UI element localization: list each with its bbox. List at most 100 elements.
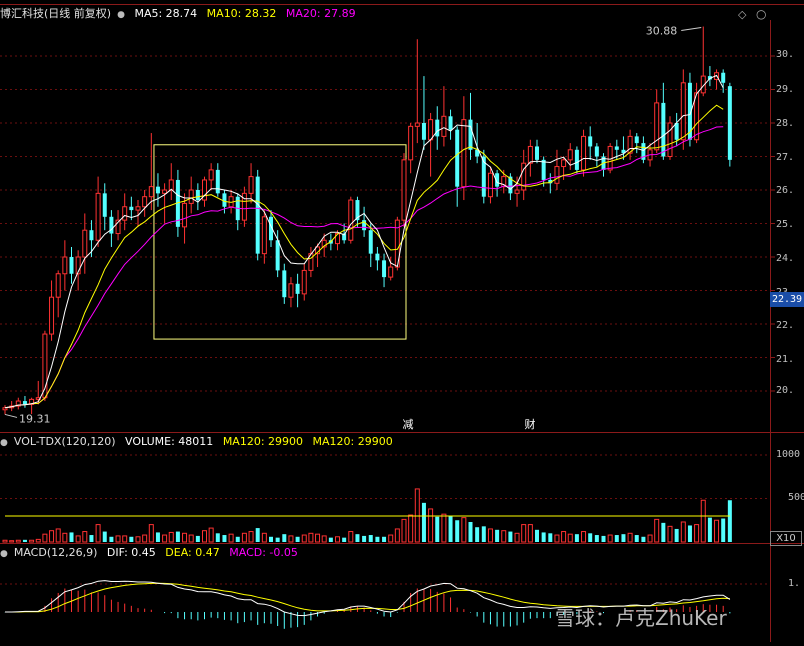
volume-bar — [255, 528, 260, 542]
volume-bar — [15, 539, 21, 543]
header-settings-icon[interactable]: ● — [117, 10, 125, 20]
volume-bar — [122, 535, 128, 543]
candle-body — [514, 189, 520, 194]
circle-icon[interactable]: ○ — [756, 7, 766, 21]
volume-bar — [135, 536, 141, 543]
candle-body — [554, 166, 560, 184]
volume-bar — [601, 535, 606, 542]
candle-body — [89, 230, 94, 241]
candle-body — [441, 115, 447, 137]
candle-body — [721, 72, 726, 83]
volume-bar — [661, 522, 666, 542]
volume-bar — [182, 532, 188, 543]
volume-bar — [714, 519, 720, 543]
volume-bar — [348, 531, 354, 543]
volume-bar — [282, 534, 287, 542]
volume-bar — [69, 532, 74, 542]
volume-bar — [508, 531, 513, 542]
candle-body — [448, 116, 453, 130]
dea-label: DEA: 0.47 — [165, 546, 220, 559]
candle-body — [581, 135, 587, 171]
volume-bar — [468, 521, 473, 542]
ma20-line — [4, 126, 724, 409]
candle-body — [215, 169, 220, 194]
volume-bar — [721, 518, 726, 542]
candle-body — [282, 270, 287, 298]
volume-bar — [235, 536, 240, 542]
volume-bar — [455, 520, 460, 542]
candle-body — [541, 159, 546, 180]
volume-bar — [95, 524, 101, 543]
stock-title: 博汇科技(日线 前复权) — [0, 7, 112, 20]
candle-body — [567, 149, 573, 161]
price-tick-label: 27. — [776, 152, 795, 163]
volume-bar — [129, 536, 134, 542]
volume-bar — [328, 537, 333, 542]
macd-tick-label: 1. — [788, 578, 801, 589]
candle-body — [487, 172, 493, 198]
volume-bar — [368, 535, 373, 542]
volume-bar — [335, 536, 340, 543]
volume-bar — [574, 534, 579, 542]
vol-ma120-label-2: MA120: 29900 — [312, 435, 393, 448]
volume-bar — [195, 535, 200, 542]
volume-bar — [441, 513, 447, 543]
volume-bar — [375, 536, 380, 542]
volume-bar — [687, 525, 692, 542]
volume-bar — [707, 517, 712, 542]
vol-settings-icon[interactable]: ● — [0, 438, 8, 448]
candle-body — [301, 269, 307, 295]
volume-bar — [102, 531, 107, 542]
candle-body — [727, 86, 732, 160]
price-tick-label: 24. — [776, 253, 795, 264]
volume-header: ● VOL-TDX(120,120) VOLUME: 48011 MA120: 2… — [0, 434, 399, 450]
volume-bar — [641, 536, 646, 542]
volume-bar — [448, 515, 453, 542]
macd-settings-icon[interactable]: ● — [0, 549, 8, 559]
candle-body — [102, 193, 107, 217]
volume-bar — [82, 531, 88, 543]
candle-body — [414, 122, 420, 127]
volume-bar — [727, 500, 732, 542]
volume-bar — [548, 533, 553, 542]
diamond-icon[interactable]: ◇ — [738, 8, 746, 21]
volume-bar — [321, 535, 327, 543]
candle-body — [295, 283, 300, 294]
candle-body — [461, 119, 467, 188]
stock-chart[interactable]: 30.88 19.31 博汇科技(日线 前复权) ● MA5: 28.74 MA10… — [0, 0, 804, 642]
vol-ma120-label: MA120: 29900 — [222, 435, 304, 448]
candle-body — [69, 257, 74, 274]
volume-bar — [487, 528, 493, 543]
candle-body — [82, 229, 88, 258]
event-marker[interactable]: 财 — [523, 417, 537, 432]
highlight-box — [153, 144, 407, 340]
ma10-label: MA10: 28.32 — [206, 7, 277, 20]
volume-bar — [9, 540, 15, 543]
volume-bar — [527, 524, 533, 543]
volume-bar — [22, 539, 27, 542]
candle-body — [408, 125, 414, 161]
volume-bar — [55, 528, 61, 543]
candle-body — [588, 136, 593, 147]
volume-bar — [109, 536, 114, 542]
volume-bar — [581, 531, 587, 543]
volume-bar — [42, 533, 48, 543]
volume-bar — [394, 528, 400, 543]
volume-bar — [155, 532, 160, 542]
candle-body — [275, 240, 280, 271]
event-marker[interactable]: 减 — [401, 417, 415, 432]
ma5-label: MA5: 28.74 — [134, 7, 198, 20]
volume-bar — [388, 534, 394, 543]
candle-body — [135, 206, 141, 211]
volume-bar — [202, 530, 207, 543]
candle-body — [382, 260, 387, 278]
volume-bar — [654, 518, 660, 543]
candle-body — [261, 216, 267, 255]
volume-bar — [421, 502, 426, 542]
price-tick-label: 30. — [776, 49, 795, 60]
candle-body — [182, 202, 188, 228]
volume-bar — [295, 536, 300, 542]
volume-bar — [667, 525, 673, 543]
volume-bar — [621, 534, 626, 542]
volume-bar — [554, 534, 560, 543]
